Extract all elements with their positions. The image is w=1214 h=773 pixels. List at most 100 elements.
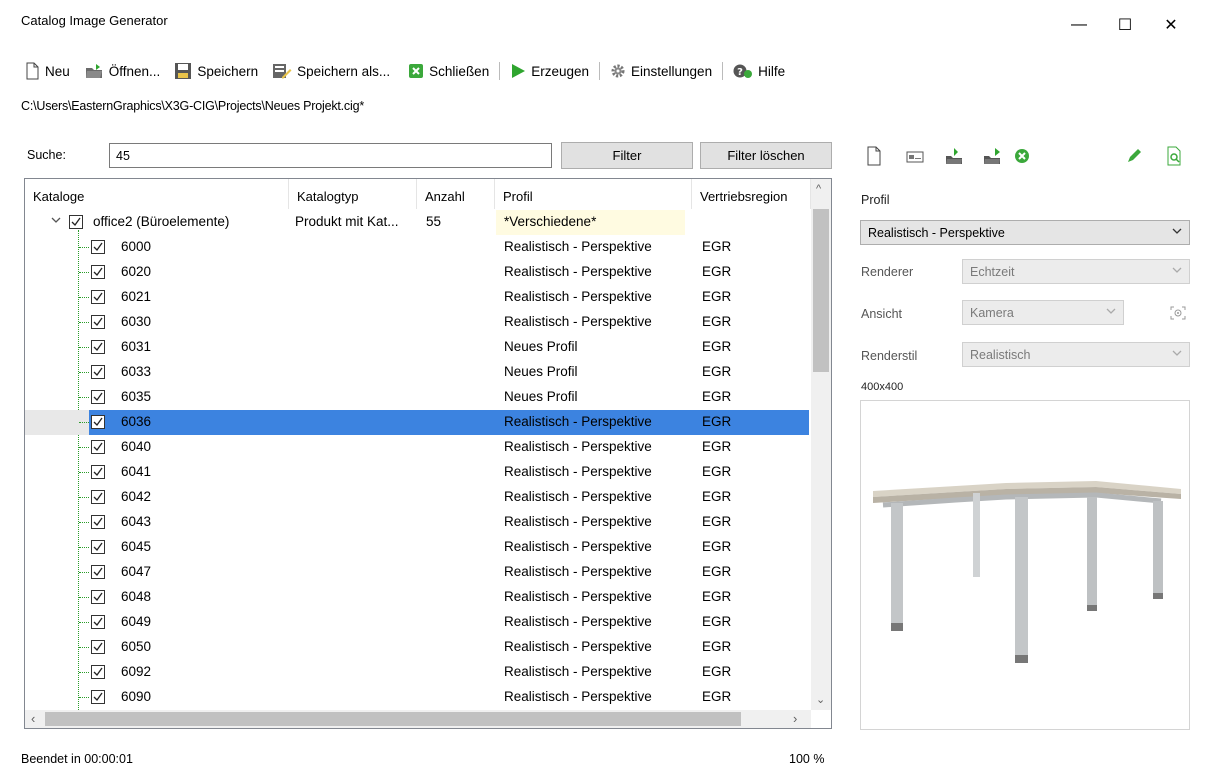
row-checkbox[interactable] <box>91 340 105 354</box>
catalog-row[interactable]: 6035 Neues Profil EGR <box>25 385 811 410</box>
tree-branch-line <box>79 572 89 573</box>
generate-label: Erzeugen <box>531 63 590 79</box>
catalog-row[interactable]: 6050 Realistisch - Perspektive EGR <box>25 635 811 660</box>
row-checkbox[interactable] <box>91 515 105 529</box>
play-icon <box>512 64 526 78</box>
catalog-profile: Neues Profil <box>504 389 578 404</box>
row-checkbox[interactable] <box>91 665 105 679</box>
column-header[interactable]: Profil <box>495 179 692 209</box>
row-checkbox[interactable] <box>91 565 105 579</box>
row-checkbox[interactable] <box>91 465 105 479</box>
sales-region: EGR <box>702 389 732 404</box>
sales-region: EGR <box>702 664 732 679</box>
save-button[interactable]: Speichern <box>170 59 262 83</box>
column-header[interactable]: Anzahl <box>417 179 495 209</box>
close-project-button[interactable]: Schließen <box>404 59 493 83</box>
catalog-profile: Realistisch - Perspektive <box>504 614 652 629</box>
catalog-row[interactable]: 6047 Realistisch - Perspektive EGR <box>25 560 811 585</box>
new-label: Neu <box>45 63 70 79</box>
row-checkbox[interactable] <box>91 290 105 304</box>
view-select[interactable]: Kamera <box>962 300 1124 325</box>
row-checkbox[interactable] <box>91 365 105 379</box>
column-header[interactable]: Kataloge <box>25 179 289 209</box>
minimize-button[interactable]: — <box>1056 12 1102 38</box>
sales-region: EGR <box>702 589 732 604</box>
edit-profile-icon[interactable] <box>1126 148 1142 167</box>
save-as-button[interactable]: Speichern als... <box>268 59 394 83</box>
generate-button[interactable]: Erzeugen <box>506 59 593 83</box>
project-path: C:\Users\EasternGraphics\X3G-CIG\Project… <box>21 99 364 113</box>
catalog-row[interactable]: 6031 Neues Profil EGR <box>25 335 811 360</box>
row-checkbox[interactable] <box>91 390 105 404</box>
expand-chevron-icon[interactable] <box>51 213 61 228</box>
sales-region: EGR <box>702 489 732 504</box>
catalog-row[interactable]: 6033 Neues Profil EGR <box>25 360 811 385</box>
row-checkbox[interactable] <box>91 490 105 504</box>
scroll-right-icon[interactable]: › <box>793 711 797 726</box>
export-profile-icon[interactable] <box>982 146 1002 169</box>
row-checkbox[interactable] <box>91 265 105 279</box>
sales-region: EGR <box>702 339 732 354</box>
sales-region: EGR <box>702 314 732 329</box>
catalog-row[interactable]: 6045 Realistisch - Perspektive EGR <box>25 535 811 560</box>
renderstyle-select[interactable]: Realistisch <box>962 342 1190 367</box>
new-button[interactable]: Neu <box>20 59 74 83</box>
preview-file-icon[interactable] <box>1166 146 1182 169</box>
vertical-scrollbar[interactable]: ^ ⌄ <box>811 179 831 710</box>
tree-root-row[interactable]: office2 (Büroelemente) Produkt mit Kat...… <box>25 210 811 235</box>
catalog-row[interactable]: 6092 Realistisch - Perspektive EGR <box>25 660 811 685</box>
tree-branch-line <box>79 597 89 598</box>
catalog-row[interactable]: 6043 Realistisch - Perspektive EGR <box>25 510 811 535</box>
column-header[interactable]: Katalogtyp <box>289 179 417 209</box>
row-checkbox[interactable] <box>91 315 105 329</box>
catalog-row[interactable]: 6021 Realistisch - Perspektive EGR <box>25 285 811 310</box>
catalog-name: 6043 <box>121 514 152 529</box>
settings-button[interactable]: Einstellungen <box>606 59 716 83</box>
catalog-row[interactable]: 6000 Realistisch - Perspektive EGR <box>25 235 811 260</box>
row-checkbox[interactable] <box>91 240 105 254</box>
renderer-select[interactable]: Echtzeit <box>962 259 1190 284</box>
catalog-name: office2 (Büroelemente) <box>93 214 230 229</box>
delete-profile-icon[interactable] <box>1014 148 1030 167</box>
row-checkbox[interactable] <box>91 690 105 704</box>
camera-target-icon[interactable] <box>1170 306 1186 323</box>
new-profile-icon[interactable] <box>866 146 882 169</box>
horizontal-scroll-thumb[interactable] <box>45 712 741 726</box>
catalog-row[interactable]: 6040 Realistisch - Perspektive EGR <box>25 435 811 460</box>
clear-filter-button[interactable]: Filter löschen <box>700 142 832 169</box>
filter-button[interactable]: Filter <box>561 142 693 169</box>
scroll-down-icon[interactable]: ⌄ <box>816 693 825 706</box>
catalog-row[interactable]: 6042 Realistisch - Perspektive EGR <box>25 485 811 510</box>
catalog-row[interactable]: 6041 Realistisch - Perspektive EGR <box>25 460 811 485</box>
catalog-row[interactable]: 6048 Realistisch - Perspektive EGR <box>25 585 811 610</box>
column-header[interactable]: Vertriebsregion <box>692 179 811 209</box>
search-input[interactable] <box>109 143 552 168</box>
vertical-scroll-thumb[interactable] <box>813 209 829 372</box>
row-checkbox[interactable] <box>91 415 105 429</box>
help-label: Hilfe <box>758 63 786 79</box>
rename-profile-icon[interactable] <box>906 150 924 167</box>
profile-select[interactable]: Realistisch - Perspektive <box>860 220 1190 245</box>
open-button[interactable]: Öffnen... <box>80 59 165 83</box>
row-checkbox[interactable] <box>91 590 105 604</box>
horizontal-scrollbar[interactable]: ‹ › <box>25 710 811 728</box>
scroll-left-icon[interactable]: ‹ <box>31 711 35 726</box>
catalog-profile: Realistisch - Perspektive <box>504 539 652 554</box>
row-checkbox[interactable] <box>91 440 105 454</box>
catalog-row[interactable]: 6049 Realistisch - Perspektive EGR <box>25 610 811 635</box>
close-window-button[interactable]: ✕ <box>1148 12 1194 38</box>
catalog-tree-table[interactable]: Kataloge Katalogtyp Anzahl Profil Vertriebsr… <box>24 178 832 729</box>
scroll-up-icon[interactable]: ^ <box>816 183 821 195</box>
help-button[interactable]: ? Hilfe <box>729 59 789 83</box>
maximize-button[interactable]: ☐ <box>1102 12 1148 38</box>
tree-branch-line <box>79 372 89 373</box>
catalog-row[interactable]: 6036 Realistisch - Perspektive EGR <box>25 410 811 435</box>
row-checkbox[interactable] <box>91 615 105 629</box>
row-checkbox[interactable] <box>91 640 105 654</box>
row-checkbox[interactable] <box>91 540 105 554</box>
import-profile-icon[interactable] <box>944 146 964 169</box>
root-checkbox[interactable] <box>69 215 83 229</box>
catalog-row[interactable]: 6020 Realistisch - Perspektive EGR <box>25 260 811 285</box>
catalog-row[interactable]: 6090 Realistisch - Perspektive EGR <box>25 685 811 710</box>
catalog-row[interactable]: 6030 Realistisch - Perspektive EGR <box>25 310 811 335</box>
